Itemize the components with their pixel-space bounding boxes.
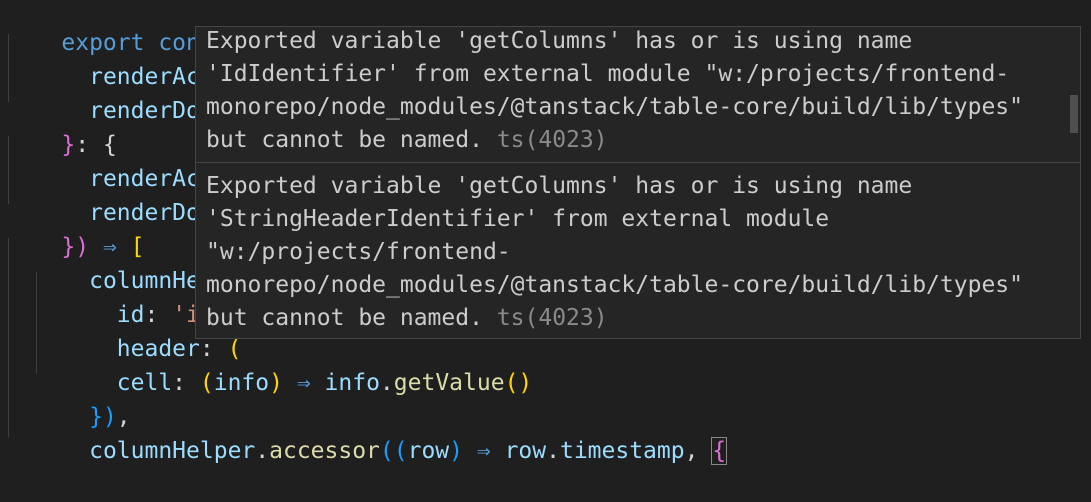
arrow: ⇒ [282, 370, 325, 396]
parameter: info [213, 370, 270, 396]
bracket: { [711, 437, 728, 465]
bracket: (( [379, 438, 408, 464]
diagnostic-text: but cannot be named. [206, 127, 483, 153]
diagnostic-line: monorepo/node_modules/@tanstack/table-co… [206, 94, 1023, 120]
variable: row [504, 438, 547, 464]
parameter: row [407, 438, 450, 464]
diagnostic-text: but cannot be named. [206, 305, 483, 331]
error-code[interactable]: ts(4023) [497, 127, 608, 153]
dot: . [379, 370, 394, 396]
colon: : [172, 370, 200, 396]
code-line[interactable]: }) ⇒ [ [6, 196, 144, 260]
variable: info [324, 370, 380, 396]
code-line[interactable]: columnHelper.accessor((row) ⇒ row.timest… [6, 400, 728, 465]
method: accessor [269, 438, 380, 464]
comma: , [684, 438, 713, 464]
hover-tooltip[interactable]: Exported variable 'getColumns' has or is… [195, 26, 1081, 339]
diagnostic-line: Exported variable 'getColumns' has or is… [206, 28, 913, 54]
bracket: ( [199, 370, 214, 396]
diagnostic-line: but cannot be named. ts(4023) [206, 302, 608, 335]
property: timestamp [559, 438, 685, 464]
diagnostic-line: monorepo/node_modules/@tanstack/table-co… [206, 272, 1023, 298]
bracket: ) [449, 438, 464, 464]
bracket: () [504, 370, 533, 396]
tooltip-separator [196, 162, 1080, 163]
code-line[interactable]: }), [6, 366, 131, 430]
code-line[interactable]: export const getColumns = ({ [6, 0, 449, 56]
diagnostic-line: 'IdIdentifier' from external module "w:/… [206, 61, 1010, 87]
diagnostic-line: 'StringHeaderIdentifier' from external m… [206, 206, 830, 232]
bracket: ) [269, 370, 283, 396]
method: getValue [393, 370, 505, 396]
error-code[interactable]: ts(4023) [497, 305, 608, 331]
tooltip-scrollbar[interactable] [1070, 95, 1078, 133]
arrow: ⇒ [463, 438, 505, 464]
property: columnHelper [89, 438, 256, 464]
dot: . [546, 438, 560, 464]
code-line[interactable]: }: { [6, 94, 116, 158]
diagnostic-line: "w:/projects/frontend- [206, 239, 511, 265]
diagnostic-line: Exported variable 'getColumns' has or is… [206, 173, 913, 199]
dot: . [255, 438, 270, 464]
diagnostic-line: but cannot be named. ts(4023) [206, 124, 608, 157]
